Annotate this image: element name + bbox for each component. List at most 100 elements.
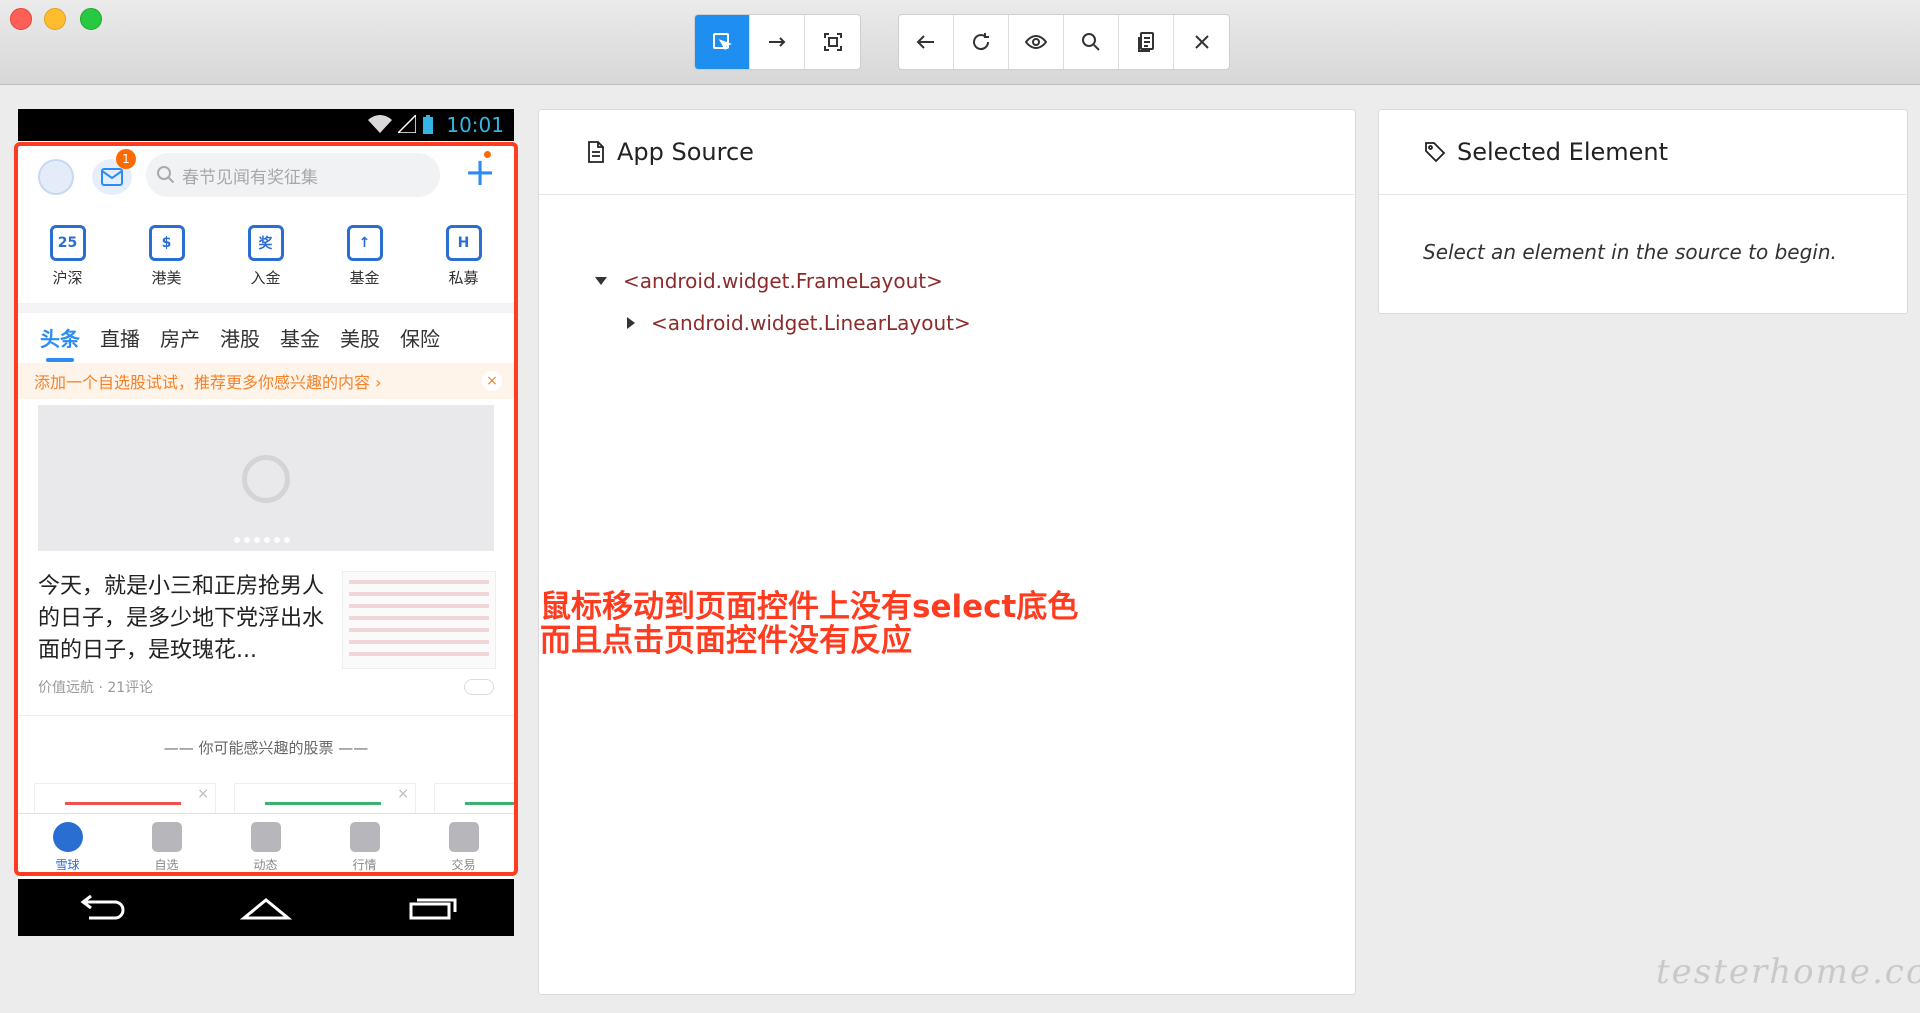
- quit-session-button[interactable]: [1174, 15, 1229, 69]
- selected-element-header: Selected Element: [1379, 110, 1907, 195]
- article-card[interactable]: 今天，就是小三和正房抢男人的日子，是多少地下党浮出水面的日子，是玫瑰花... 价…: [38, 561, 496, 703]
- minimize-window-button[interactable]: [44, 8, 66, 30]
- swipe-button[interactable]: [750, 15, 805, 69]
- feed-icon: [250, 822, 281, 852]
- tab-baoxian[interactable]: 保险: [400, 323, 440, 352]
- divider: [18, 715, 514, 716]
- yen-icon: [448, 822, 479, 852]
- notification-dot: [484, 151, 491, 158]
- stock-card[interactable]: [434, 783, 514, 814]
- close-icon[interactable]: ×: [197, 786, 209, 802]
- nav-jiaoyi[interactable]: 交易: [414, 814, 513, 879]
- back-button[interactable]: [899, 15, 954, 69]
- watermark: testerhome.com: [1656, 952, 1920, 992]
- tab-ganggu[interactable]: 港股: [220, 323, 260, 352]
- caret-down-icon[interactable]: [595, 277, 607, 285]
- nav-dongtai[interactable]: 动态: [216, 814, 315, 879]
- bottom-navigation: 雪球 自选 动态 行情 交易: [18, 813, 514, 879]
- select-cursor-icon: [713, 33, 732, 51]
- tab-fangchan[interactable]: 房产: [160, 323, 200, 352]
- tab-meigu[interactable]: 美股: [340, 323, 380, 352]
- arrow-left-icon: [916, 35, 934, 49]
- tap-coordinates-button[interactable]: [805, 15, 860, 69]
- close-icon[interactable]: ×: [482, 371, 502, 391]
- close-window-button[interactable]: [10, 8, 32, 30]
- quick-item-label: 私募: [448, 269, 479, 287]
- refresh-button[interactable]: [954, 15, 1009, 69]
- banner-pager: [234, 537, 290, 543]
- search-input[interactable]: 春节见闻有奖征集: [146, 153, 440, 197]
- signal-icon: [398, 115, 416, 133]
- quick-entry-row: 25 沪深 $ 港美 奖 入金 ↑ 基金 H 私募: [18, 213, 514, 301]
- mail-icon: [101, 168, 123, 186]
- quick-item-simu[interactable]: H 私募: [414, 213, 513, 301]
- show-hide-button[interactable]: [1009, 15, 1064, 69]
- tab-zhibo[interactable]: 直播: [100, 323, 140, 352]
- annotation-line: 而且点击页面控件没有反应: [540, 623, 912, 659]
- tab-toutiao[interactable]: 头条: [40, 323, 80, 362]
- zoom-window-button[interactable]: [80, 8, 102, 30]
- app-source-panel: App Source <android.widget.FrameLayout> …: [538, 109, 1356, 995]
- tree-node-linearlayout[interactable]: <android.widget.LinearLayout>: [595, 302, 971, 344]
- arrow-right-icon: [769, 37, 786, 47]
- select-element-button[interactable]: [695, 15, 750, 69]
- app-header: 1 春节见闻有奖征集 +: [18, 141, 514, 213]
- tree-node-framelayout[interactable]: <android.widget.FrameLayout>: [595, 260, 971, 302]
- add-button[interactable]: +: [462, 153, 498, 191]
- annotation-line: 鼠标移动到页面控件上没有select底色: [540, 589, 1079, 625]
- quick-item-gangmei[interactable]: $ 港美: [117, 213, 216, 301]
- search-placeholder: 春节见闻有奖征集: [182, 167, 318, 188]
- android-status-bar: 10:01: [18, 109, 514, 141]
- quick-item-label: 入金: [250, 269, 281, 287]
- close-icon[interactable]: ×: [397, 786, 409, 802]
- search-button[interactable]: [1064, 15, 1119, 69]
- status-icons: [368, 115, 434, 135]
- nav-zixuan[interactable]: 自选: [117, 814, 216, 879]
- window-titlebar: [0, 0, 1920, 85]
- stock-card[interactable]: ×: [34, 783, 216, 814]
- session-toolbar: [898, 14, 1230, 70]
- status-time: 10:01: [446, 113, 504, 137]
- article-meta: 价值远航 · 21评论: [38, 680, 154, 696]
- notice-bar[interactable]: 添加一个自选股试试，推荐更多你感兴趣的内容 › ×: [18, 363, 514, 399]
- stock-card[interactable]: ×: [234, 783, 416, 814]
- search-icon: [157, 166, 175, 184]
- panel-title: Selected Element: [1457, 138, 1669, 166]
- nav-xueqiu[interactable]: 雪球: [18, 814, 117, 879]
- android-nav-bar: [18, 879, 514, 936]
- avatar[interactable]: [38, 159, 74, 195]
- source-tree: <android.widget.FrameLayout> <android.wi…: [595, 260, 971, 344]
- copy-xml-button[interactable]: [1119, 15, 1174, 69]
- tree-node-label[interactable]: <android.widget.LinearLayout>: [651, 311, 971, 335]
- recommend-title: —— 你可能感兴趣的股票 ——: [163, 739, 369, 757]
- search-icon: [1082, 33, 1100, 51]
- mail-badge: 1: [116, 149, 136, 169]
- fund-icon: ↑: [346, 225, 383, 261]
- xueqiu-logo-icon: [52, 822, 83, 852]
- home-icon[interactable]: [236, 892, 296, 924]
- app-screen[interactable]: 1 春节见闻有奖征集 + 25 沪深 $ 港美 奖 入金 ↑ 基金 H 私募 头…: [18, 141, 514, 879]
- dismiss-article-button[interactable]: [464, 679, 494, 695]
- nav-label: 动态: [253, 858, 278, 872]
- nav-label: 自选: [154, 858, 179, 872]
- notice-text: 添加一个自选股试试，推荐更多你感兴趣的内容 ›: [34, 373, 382, 392]
- quick-item-rujin[interactable]: 奖 入金: [216, 213, 315, 301]
- nav-hangqing[interactable]: 行情: [315, 814, 414, 879]
- banner-image[interactable]: [38, 405, 494, 551]
- empty-state-text: Select an element in the source to begin…: [1423, 240, 1837, 264]
- news-tabs: 头条 直播 房产 港股 基金 美股 保险: [18, 313, 514, 362]
- quick-item-hushen[interactable]: 25 沪深: [18, 213, 117, 301]
- wifi-icon: [368, 115, 392, 133]
- battery-icon: [423, 115, 433, 134]
- back-icon[interactable]: [71, 892, 131, 924]
- device-screenshot[interactable]: 10:01 1 春节见闻有奖征集 + 25 沪深 $ 港美 奖 入金 ↑ 基金 …: [18, 109, 514, 936]
- recents-icon[interactable]: [401, 892, 461, 924]
- quick-item-jijin[interactable]: ↑ 基金: [315, 213, 414, 301]
- quick-item-label: 基金: [349, 269, 380, 287]
- tree-node-label[interactable]: <android.widget.FrameLayout>: [623, 269, 943, 293]
- caret-right-icon[interactable]: [627, 317, 635, 329]
- document-copy-icon: [1138, 32, 1154, 52]
- refresh-icon: [973, 33, 990, 51]
- app-source-header: App Source: [539, 110, 1355, 195]
- tab-jijin[interactable]: 基金: [280, 323, 320, 352]
